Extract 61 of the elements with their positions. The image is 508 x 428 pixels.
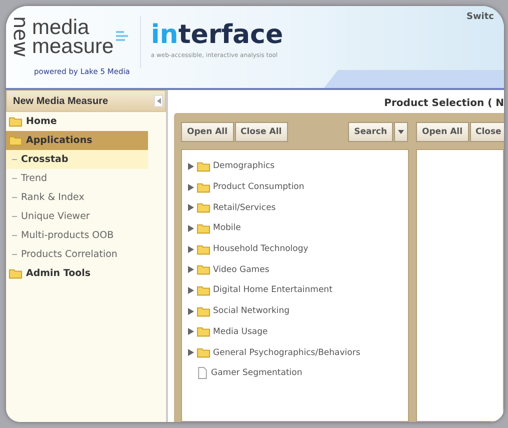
sidebar-subitem[interactable]: Multi-products OOB [6, 226, 148, 245]
toolbar-button[interactable]: Close All [234, 122, 288, 142]
tree-item[interactable]: Mobile [188, 218, 408, 239]
sidebar-item[interactable]: Admin Tools [6, 264, 148, 283]
folder-icon [197, 160, 210, 172]
folder-icon [197, 222, 210, 234]
sidebar-item[interactable]: Home [6, 112, 148, 131]
tree-item[interactable]: Digital Home Entertainment [188, 280, 408, 301]
tree-item[interactable]: Product Consumption [188, 176, 408, 198]
tree-item[interactable]: Retail/Services [188, 197, 408, 218]
tree-item[interactable]: General Psychographics/Behaviors [188, 342, 408, 363]
expand-arrow-icon[interactable] [188, 349, 194, 356]
expand-arrow-icon[interactable] [188, 266, 194, 274]
toolbar-button[interactable]: Open All [416, 122, 468, 142]
expand-arrow-icon[interactable] [188, 184, 194, 191]
folder-icon [197, 202, 210, 214]
document-icon [197, 367, 208, 380]
expand-arrow-icon[interactable] [188, 224, 194, 232]
folder-icon [197, 326, 210, 338]
expand-arrow-icon[interactable] [188, 286, 194, 294]
folder-icon [197, 306, 210, 317]
logo-text: measure [32, 36, 114, 56]
tree-item[interactable]: Social Networking [188, 300, 408, 322]
sidebar-subitem[interactable]: Unique Viewer [6, 207, 148, 226]
expand-arrow-icon[interactable] [188, 246, 194, 253]
collapse-arrow-icon [156, 98, 160, 104]
panel-title: Product Selection ( N [384, 98, 504, 109]
app-title: interface [150, 20, 284, 50]
dropdown-button[interactable] [394, 122, 408, 142]
folder-icon [9, 116, 22, 127]
folder-icon [197, 182, 210, 193]
sidebar-subitem[interactable]: Rank & Index [6, 188, 148, 207]
sidebar-item[interactable]: Applications [6, 131, 148, 150]
folder-icon [197, 284, 210, 296]
tree-item[interactable]: Media Usage [188, 322, 408, 342]
folder-icon [9, 268, 22, 279]
expand-arrow-icon[interactable] [188, 162, 194, 170]
tree-item[interactable]: Video Games [188, 259, 408, 280]
tree-item[interactable]: Household Technology [188, 238, 408, 260]
sidebar-title: New Media Measure [13, 96, 108, 106]
folder-icon [197, 347, 210, 358]
bars-icon [116, 30, 130, 44]
sidebar-subitem[interactable]: Crosstab [6, 150, 148, 169]
tree-item[interactable]: Demographics [188, 156, 408, 177]
logo-text: media [32, 18, 90, 37]
sidebar-subitem[interactable]: Trend [6, 169, 148, 188]
switch-link[interactable]: Switc [466, 12, 494, 22]
expand-arrow-icon[interactable] [188, 308, 194, 315]
logo-text: new [12, 16, 30, 58]
sidebar-subitem[interactable]: Products Correlation [6, 245, 148, 264]
collapse-button[interactable] [154, 95, 163, 107]
expand-arrow-icon[interactable] [188, 204, 194, 212]
folder-icon [197, 244, 210, 255]
toolbar-button[interactable]: Open All [181, 122, 234, 142]
caret-icon [398, 130, 404, 134]
expand-arrow-icon[interactable] [188, 328, 194, 336]
tree-item[interactable]: Gamer Segmentation [188, 362, 408, 384]
folder-icon [9, 135, 22, 146]
search-button[interactable]: Search [348, 122, 393, 142]
toolbar-button[interactable]: Close [470, 122, 504, 142]
folder-icon [197, 264, 210, 276]
